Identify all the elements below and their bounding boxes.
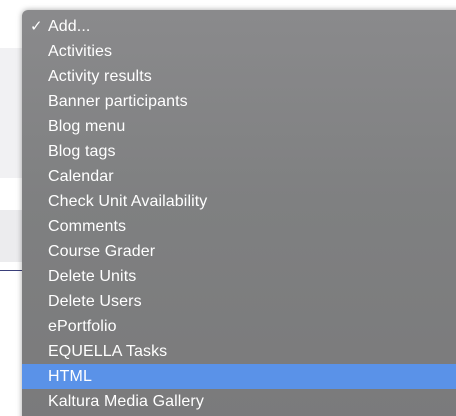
menu-item-label: Comments (48, 218, 127, 235)
menu-item-eportfolio[interactable]: ePortfolio (22, 314, 456, 339)
menu-item-banner-participants[interactable]: Banner participants (22, 89, 456, 114)
add-block-dropdown-menu[interactable]: ✓ Add... Activities Activity results Ban… (22, 10, 456, 416)
menu-item-label: Banner participants (48, 93, 188, 110)
menu-item-label: Delete Users (48, 293, 142, 310)
menu-item-activity-results[interactable]: Activity results (22, 64, 456, 89)
menu-item-label: Activities (48, 43, 113, 60)
menu-item-label: Calendar (48, 168, 114, 185)
menu-item-label: Delete Units (48, 268, 137, 285)
menu-item-label: Blog menu (48, 118, 126, 135)
background-panel-lower (0, 210, 24, 262)
menu-item-label: Course Grader (48, 243, 156, 260)
menu-item-html[interactable]: HTML (22, 364, 456, 389)
menu-item-label: Check Unit Availability (48, 193, 208, 210)
background-divider (0, 270, 24, 271)
menu-item-delete-units[interactable]: Delete Units (22, 264, 456, 289)
menu-item-calendar[interactable]: Calendar (22, 164, 456, 189)
menu-item-course-grader[interactable]: Course Grader (22, 239, 456, 264)
menu-item-label: HTML (48, 368, 92, 385)
menu-item-delete-users[interactable]: Delete Users (22, 289, 456, 314)
menu-item-label: Add... (48, 18, 91, 35)
checkmark-icon: ✓ (30, 18, 43, 35)
menu-item-label: EQUELLA Tasks (48, 343, 168, 360)
menu-item-activities[interactable]: Activities (22, 39, 456, 64)
menu-item-blog-menu[interactable]: Blog menu (22, 114, 456, 139)
menu-item-kaltura-media-gallery[interactable]: Kaltura Media Gallery (22, 389, 456, 414)
menu-item-label: Kaltura Media Gallery (48, 393, 204, 410)
menu-item-add[interactable]: ✓ Add... (22, 14, 456, 39)
page: ✓ Add... Activities Activity results Ban… (0, 0, 456, 416)
menu-item-comments[interactable]: Comments (22, 214, 456, 239)
menu-item-equella-tasks[interactable]: EQUELLA Tasks (22, 339, 456, 364)
menu-item-blog-tags[interactable]: Blog tags (22, 139, 456, 164)
menu-item-label: Activity results (48, 68, 152, 85)
background-panel (0, 48, 24, 178)
menu-item-label: ePortfolio (48, 318, 117, 335)
menu-item-check-unit-availability[interactable]: Check Unit Availability (22, 189, 456, 214)
menu-item-label: Blog tags (48, 143, 116, 160)
dropdown-options-list: ✓ Add... Activities Activity results Ban… (22, 10, 456, 414)
